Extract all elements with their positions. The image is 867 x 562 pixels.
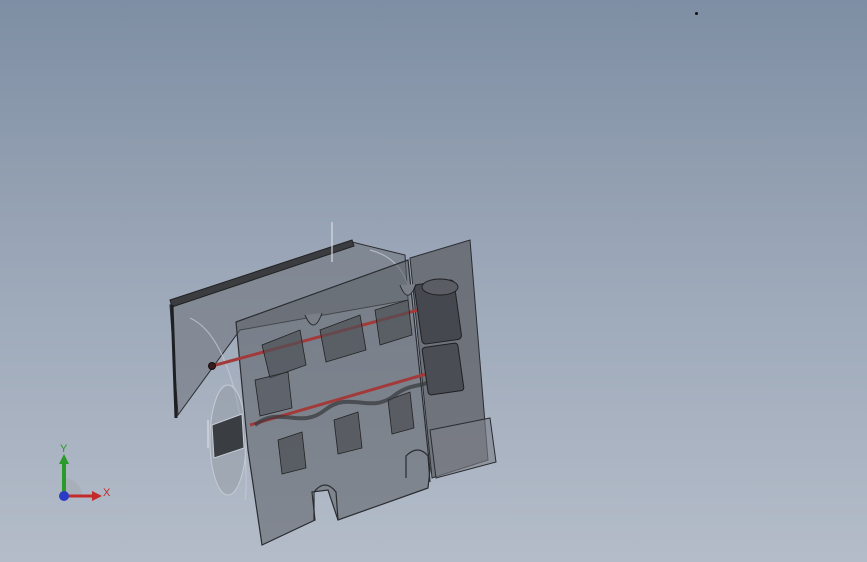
lower-paddle-1: [277, 431, 307, 475]
viewport-marker: [695, 12, 698, 15]
motor-fan-cap: [421, 278, 459, 296]
upper-shaft-end: [208, 362, 216, 370]
triad-y-arrow: [59, 454, 69, 464]
lower-paddle-2: [333, 411, 363, 455]
triad-x-label: X: [103, 487, 111, 499]
gearbox[interactable]: [421, 342, 465, 396]
triad-x-arrow: [92, 491, 102, 501]
3d-model-view[interactable]: [0, 0, 867, 562]
upper-paddle-4: [254, 371, 293, 417]
triad-z-axis: [59, 491, 69, 501]
graphics-viewport[interactable]: Y X: [0, 0, 867, 562]
triad-y-label: Y: [60, 443, 68, 455]
